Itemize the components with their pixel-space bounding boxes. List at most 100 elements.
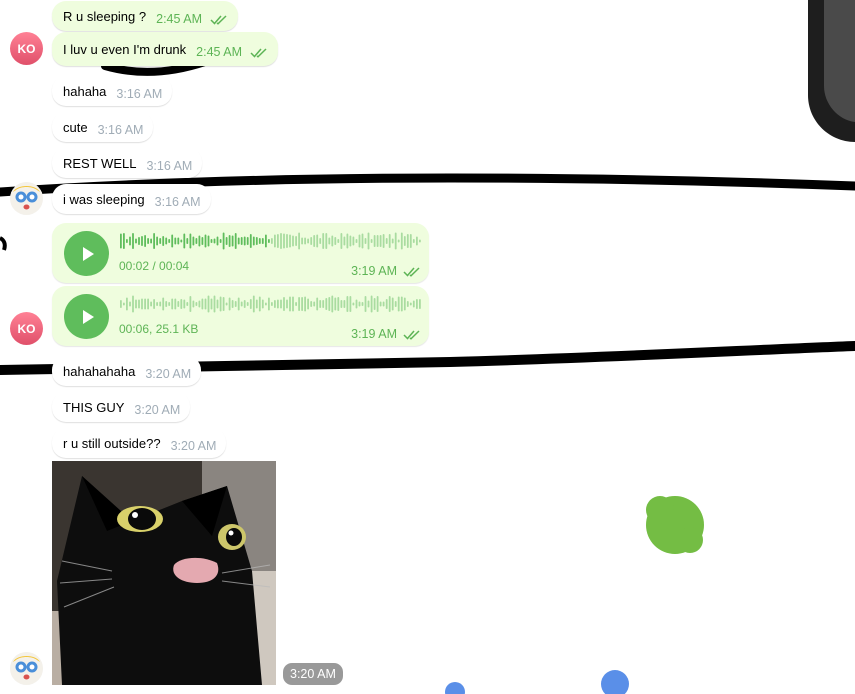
- message-bubble-incoming[interactable]: hahaha 3:16 AM: [52, 76, 173, 106]
- message-bubble-incoming[interactable]: REST WELL 3:16 AM: [52, 148, 203, 178]
- cartoon-face-icon: [10, 652, 43, 685]
- waveform-bar: [186, 302, 189, 306]
- waveform-bar: [153, 233, 155, 249]
- waveform-bar: [265, 302, 267, 306]
- message-bubble-incoming[interactable]: hahahahaha 3:20 AM: [52, 356, 202, 386]
- waveform-bar: [265, 234, 267, 248]
- waveform-bar: [162, 297, 165, 311]
- message-bubble-outgoing[interactable]: R u sleeping ? 2:45 AM: [52, 1, 238, 31]
- waveform-bar: [171, 234, 174, 248]
- waveform-bar: [370, 239, 373, 243]
- waveform-bar: [376, 235, 379, 247]
- voice-message[interactable]: 00:06, 25.1 KB 3:19 AM: [52, 286, 429, 346]
- waveform-bar: [298, 232, 300, 250]
- waveform-bar: [331, 235, 334, 247]
- waveform-bar: [246, 302, 249, 306]
- waveform-bar: [144, 298, 146, 310]
- waveform-bar: [391, 238, 394, 244]
- waveform-bar: [204, 234, 207, 248]
- avatar[interactable]: KO: [10, 32, 43, 65]
- message-bubble-incoming[interactable]: i was sleeping 3:16 AM: [52, 184, 211, 214]
- waveform-bar: [412, 300, 415, 308]
- waveform-bar: [295, 302, 297, 306]
- message-bubble-outgoing[interactable]: I luv u even I'm drunk 2:45 AM: [52, 32, 279, 66]
- waveform-bar: [165, 301, 168, 307]
- waveform-bar: [397, 296, 400, 312]
- waveform-bar: [406, 234, 409, 248]
- waveform-bar: [346, 233, 349, 249]
- waveform-bar: [183, 233, 186, 249]
- waveform-bar: [289, 234, 291, 248]
- waveform-bar: [295, 236, 297, 246]
- cat-photo: [52, 461, 276, 685]
- waveform-bar: [361, 233, 364, 249]
- message-bubble-incoming[interactable]: r u still outside?? 3:20 AM: [52, 428, 227, 458]
- waveform-bar: [358, 301, 361, 307]
- double-check-icon: [250, 47, 267, 58]
- waveform-bar: [261, 299, 264, 309]
- message-time: 2:45 AM: [156, 12, 202, 26]
- waveform[interactable]: [119, 232, 421, 250]
- waveform-bar: [210, 298, 213, 310]
- waveform-bar: [268, 297, 270, 311]
- waveform-bar: [123, 302, 125, 306]
- photo-message[interactable]: [52, 461, 276, 685]
- waveform-bar: [147, 298, 149, 310]
- waveform-bar: [249, 299, 252, 309]
- waveform-bar: [246, 237, 249, 245]
- waveform-bar: [409, 234, 412, 248]
- voice-duration: 00:02 / 00:04: [119, 259, 190, 273]
- waveform-bar: [319, 238, 322, 244]
- waveform-bar: [283, 233, 285, 249]
- waveform-bar: [195, 238, 198, 244]
- waveform-bar: [367, 232, 370, 250]
- waveform-bar: [153, 299, 155, 309]
- message-text: cute: [63, 119, 88, 135]
- waveform-bar: [252, 236, 255, 246]
- waveform-bar: [138, 299, 140, 309]
- avatar[interactable]: [10, 652, 43, 685]
- waveform-bar: [159, 238, 162, 244]
- waveform-bar: [355, 239, 358, 243]
- waveform-bar: [385, 238, 388, 244]
- waveform-bar: [397, 239, 400, 243]
- voice-message[interactable]: 00:02 / 00:04 3:19 AM: [52, 223, 429, 283]
- waveform-bar: [388, 234, 391, 248]
- message-time: 3:16 AM: [97, 123, 144, 137]
- waveform-bar: [337, 239, 340, 243]
- play-button[interactable]: [64, 231, 109, 276]
- waveform-bar: [403, 236, 406, 246]
- message-text: hahaha: [63, 83, 107, 99]
- message-time: 3:16 AM: [146, 159, 193, 173]
- waveform-bar: [168, 302, 171, 306]
- message-bubble-incoming[interactable]: THIS GUY 3:20 AM: [52, 392, 191, 422]
- voice-duration: 00:06, 25.1 KB: [119, 322, 199, 336]
- waveform-bar: [240, 237, 243, 245]
- waveform-bar: [216, 299, 219, 309]
- waveform-bar: [409, 302, 412, 306]
- waveform-bar: [228, 297, 231, 311]
- play-button[interactable]: [64, 294, 109, 339]
- waveform-bar: [216, 236, 219, 246]
- waveform-bar: [400, 296, 403, 312]
- waveform-bar: [286, 299, 288, 309]
- waveform-bar: [304, 296, 306, 312]
- waveform-bar: [385, 299, 388, 309]
- waveform-bar: [258, 238, 261, 244]
- waveform-bar: [361, 302, 364, 306]
- waveform-bar: [201, 237, 204, 245]
- avatar[interactable]: [10, 182, 43, 215]
- avatar[interactable]: KO: [10, 312, 43, 345]
- waveform[interactable]: [119, 295, 421, 313]
- waveform-bar: [355, 299, 358, 309]
- waveform-bar: [307, 238, 309, 244]
- waveform-bar: [283, 297, 285, 311]
- waveform-bar: [150, 238, 152, 244]
- waveform-bar: [419, 299, 421, 309]
- waveform-bar: [234, 233, 237, 249]
- waveform-bar: [198, 235, 201, 247]
- waveform-bar: [416, 236, 418, 246]
- waveform-bar: [416, 299, 418, 309]
- waveform-bar: [225, 302, 228, 306]
- message-bubble-incoming[interactable]: cute 3:16 AM: [52, 112, 154, 142]
